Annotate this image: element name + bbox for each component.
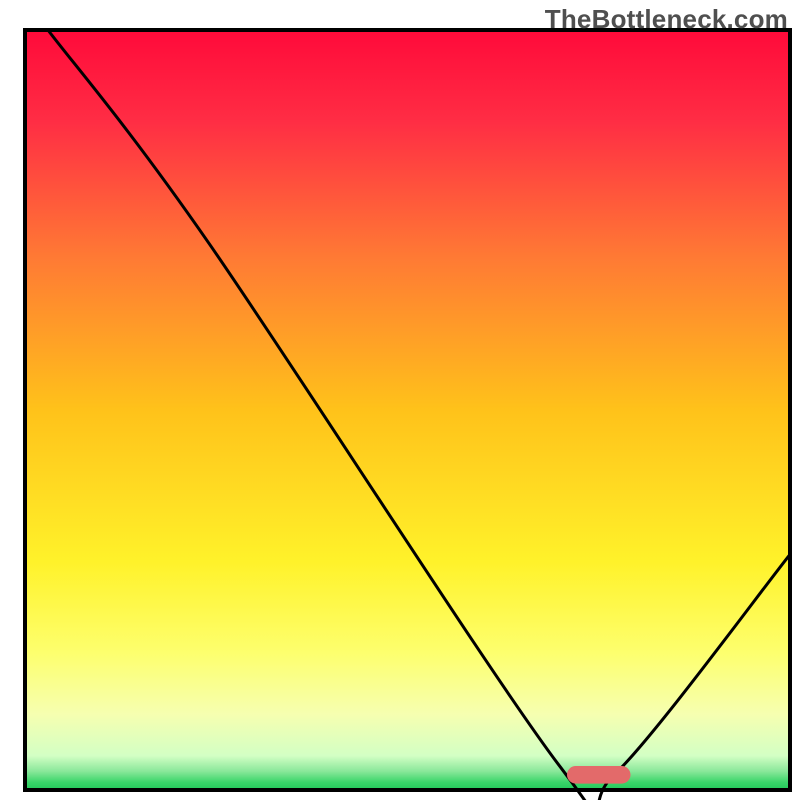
watermark-text: TheBottleneck.com	[545, 4, 788, 35]
bottleneck-chart	[0, 0, 800, 800]
chart-stage: TheBottleneck.com	[0, 0, 800, 800]
gradient-background	[25, 30, 790, 790]
